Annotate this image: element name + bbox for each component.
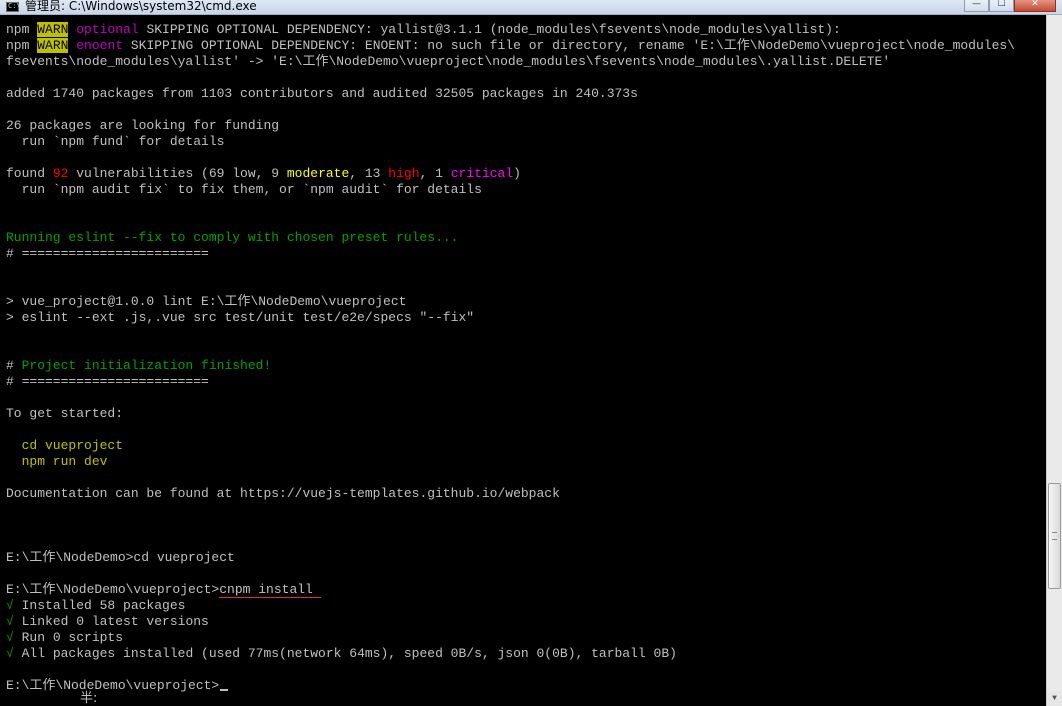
window-controls: — ☐ ✕ xyxy=(964,0,1056,12)
warn-badge: WARN xyxy=(37,22,69,37)
vertical-scrollbar[interactable]: ▼ xyxy=(1046,15,1062,706)
vuln-mid2: , 13 xyxy=(349,166,389,181)
init-finished-text: Project initialization finished! xyxy=(21,358,272,373)
title-bar[interactable]: C:\ 管理员: C:\Windows\system32\cmd.exe — ☐… xyxy=(0,0,1062,15)
prompt-path: E:\工作\NodeDemo\vueproject> xyxy=(6,582,220,597)
warn-badge: WARN xyxy=(37,38,69,53)
lint-command-line: > eslint --ext .js,.vue src test/unit te… xyxy=(6,310,475,325)
final-prompt: E:\工作\NodeDemo\vueproject> xyxy=(6,678,220,693)
vuln-prefix: found xyxy=(6,166,53,181)
close-button[interactable]: ✕ xyxy=(1014,0,1056,12)
linked-line: √ Linked 0 latest versions xyxy=(6,614,1046,630)
init-hash: # xyxy=(6,358,22,373)
installed-text: Installed 58 packages xyxy=(13,598,186,613)
vuln-total: 92 xyxy=(52,166,69,181)
cmd-app-icon[interactable]: C:\ xyxy=(6,2,21,12)
added-packages-line: added 1740 packages from 1103 contributo… xyxy=(6,86,638,101)
vuln-critical: critical xyxy=(450,166,514,181)
cmd-app-icon-glyph: C:\ xyxy=(8,2,21,10)
check-icon: √ xyxy=(6,646,14,661)
linked-text: Linked 0 latest versions xyxy=(13,614,209,629)
final-prompt-line[interactable]: E:\工作\NodeDemo\vueproject> xyxy=(6,678,1046,694)
vulnerabilities-line: found 92 vulnerabilities (69 low, 9 mode… xyxy=(6,166,1046,182)
init-finished-line: # Project initialization finished! xyxy=(6,358,1046,374)
warn-line-enoent: npm WARN enoent SKIPPING OPTIONAL DEPEND… xyxy=(6,38,1046,54)
warn-type: enoent xyxy=(68,38,124,53)
warn-type: optional xyxy=(68,22,139,37)
funding-line: 26 packages are looking for funding xyxy=(6,118,280,133)
maximize-button[interactable]: ☐ xyxy=(989,0,1014,12)
check-icon: √ xyxy=(6,598,14,613)
audit-hint-line: run `npm audit fix` to fix them, or `npm… xyxy=(6,182,482,197)
run-scripts-line: √ Run 0 scripts xyxy=(6,630,1046,646)
check-icon: √ xyxy=(6,614,14,629)
get-started-line: To get started: xyxy=(6,406,124,421)
fund-hint-line: run `npm fund` for details xyxy=(6,134,225,149)
text-cursor xyxy=(220,689,229,691)
npm-label: npm xyxy=(6,22,38,37)
separator-line: # ======================== xyxy=(6,374,209,389)
warn-message: SKIPPING OPTIONAL DEPENDENCY: ENOENT: no… xyxy=(123,38,1015,53)
warn-line-optional: npm WARN optional SKIPPING OPTIONAL DEPE… xyxy=(6,22,1046,38)
vuln-moderate: moderate xyxy=(286,166,350,181)
window-title: 管理员: C:\Windows\system32\cmd.exe xyxy=(25,0,257,13)
vuln-suffix: ) xyxy=(513,166,521,181)
scroll-thumb[interactable] xyxy=(1048,483,1061,589)
cd-command-hint: cd vueproject xyxy=(6,438,124,453)
run-dev-hint: npm run dev xyxy=(6,454,108,469)
installed-line: √ Installed 58 packages xyxy=(6,598,1046,614)
separator-line: # ======================== xyxy=(6,246,209,261)
console-output[interactable]: npm WARN optional SKIPPING OPTIONAL DEPE… xyxy=(6,22,1046,706)
run-scripts-text: Run 0 scripts xyxy=(13,630,124,645)
cnpm-install-command: cnpm install xyxy=(219,582,321,598)
eslint-running-line: Running eslint --fix to comply with chos… xyxy=(6,230,459,245)
vuln-high: high xyxy=(388,166,420,181)
documentation-line: Documentation can be found at https://vu… xyxy=(6,486,560,501)
minimize-button[interactable]: — xyxy=(964,0,989,12)
warn-line-continuation: fsevents\node_modules\yallist' -> 'E:\工作… xyxy=(6,54,891,69)
all-installed-text: All packages installed (used 77ms(networ… xyxy=(13,646,677,661)
warn-message: SKIPPING OPTIONAL DEPENDENCY: yallist@3.… xyxy=(138,22,841,37)
npm-label: npm xyxy=(6,38,38,53)
ime-status: 半: xyxy=(80,691,98,706)
all-installed-line: √ All packages installed (used 77ms(netw… xyxy=(6,646,1046,662)
check-icon: √ xyxy=(6,630,14,645)
prompt-install-line: E:\工作\NodeDemo\vueproject>cnpm install xyxy=(6,582,1046,598)
vuln-mid3: , 1 xyxy=(419,166,451,181)
prompt-cd-line: E:\工作\NodeDemo>cd vueproject xyxy=(6,550,235,565)
lint-script-line: > vue_project@1.0.0 lint E:\工作\NodeDemo\… xyxy=(6,294,407,309)
scroll-down-arrow[interactable]: ▼ xyxy=(1047,692,1062,706)
vuln-mid1: vulnerabilities (69 low, 9 xyxy=(68,166,287,181)
